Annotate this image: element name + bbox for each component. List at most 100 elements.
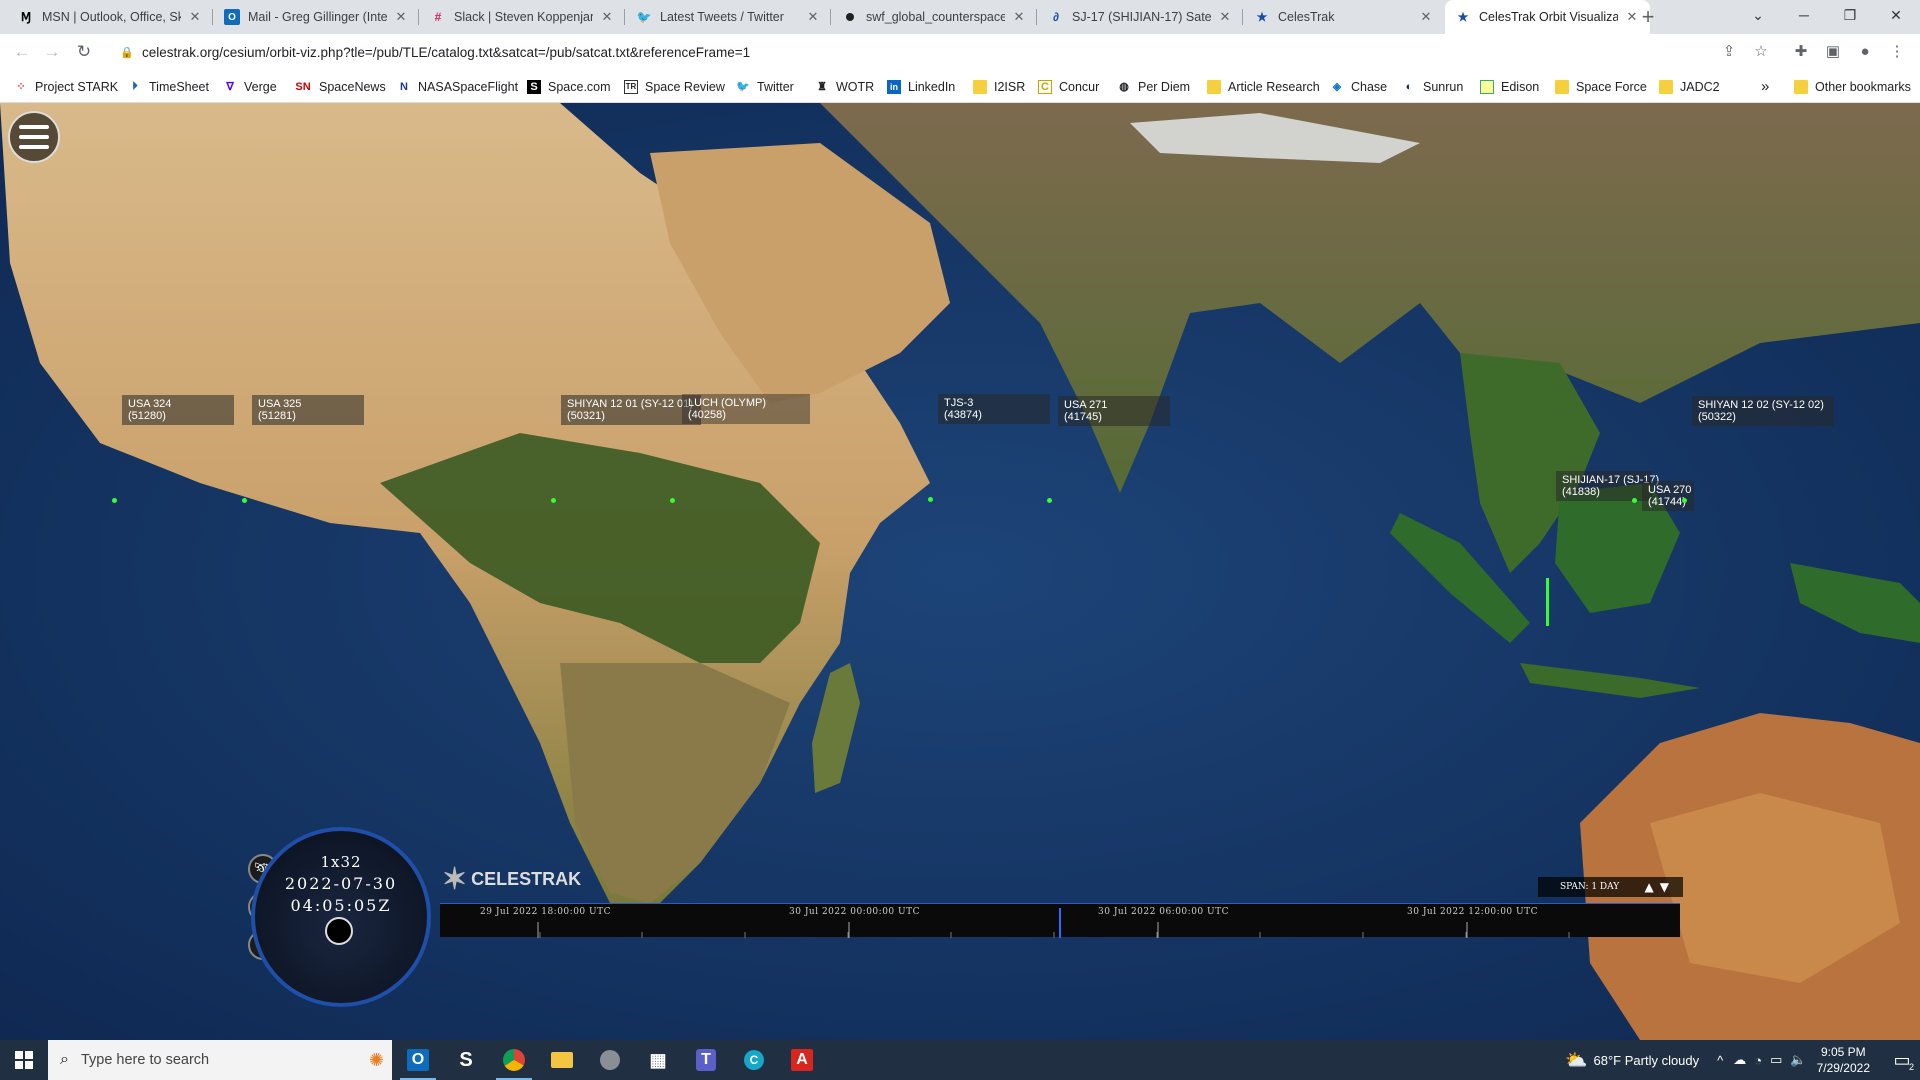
cortana-taskbar-icon[interactable]: C [730, 1040, 778, 1080]
tab-orbit-viz[interactable]: ★ CelesTrak Orbit Visualizatio ✕ [1445, 0, 1650, 34]
back-icon[interactable]: ← [10, 40, 34, 64]
wifi-icon[interactable]: ◔ [1754, 1053, 1762, 1068]
address-bar[interactable]: 🔒 celestrak.org/cesium/orbit-viz.php?tle… [108, 38, 1768, 66]
search-highlight-icon: ✺ [368, 1049, 384, 1070]
minimize-button[interactable]: ─ [1781, 0, 1827, 30]
celestrak-logo: ✶ CELESTRAK [442, 858, 581, 900]
spacereview-icon: TR [624, 79, 638, 94]
bookmark-verge[interactable]: ∇ Verge [223, 70, 276, 103]
bookmark-chase[interactable]: ◈ Chase [1330, 70, 1387, 103]
extensions-icon[interactable]: ✚ [1790, 41, 1812, 63]
bookmark-twitter[interactable]: 🐦 Twitter [736, 70, 794, 103]
restore-button[interactable]: ❐ [1827, 0, 1873, 30]
close-icon[interactable]: ✕ [187, 9, 203, 25]
side-panel-icon[interactable]: ▣ [1822, 41, 1844, 63]
msn-icon: Ɱ [20, 10, 32, 24]
share-icon[interactable]: ⇪ [1718, 41, 1740, 63]
tab-search-icon[interactable]: ⌄ [1735, 0, 1781, 30]
tab-swf[interactable]: swf_global_counterspace_ ✕ [832, 0, 1037, 34]
new-tab-button[interactable]: + [1634, 3, 1662, 31]
timeline[interactable]: 29 Jul 2022 18:00:00 UTC 30 Jul 2022 00:… [440, 903, 1680, 938]
profile-icon[interactable]: ● [1854, 41, 1876, 63]
satellite-id: (50321) [567, 410, 605, 422]
bookmark-label: NASASpaceFlight [418, 79, 519, 94]
celestrak-icon: ★ [1457, 10, 1469, 24]
timeline-span-control[interactable]: SPAN: 1 DAY ▲▼ [1538, 877, 1683, 897]
tool-taskbar-icon[interactable] [586, 1040, 634, 1080]
close-icon[interactable]: ✕ [1418, 9, 1434, 25]
weather-text[interactable]: 68°F Partly cloudy [1594, 1053, 1700, 1068]
bookmarks-overflow-button[interactable]: » [1761, 70, 1769, 103]
zoom-arrows-icon[interactable]: ▲▼ [1645, 880, 1675, 894]
bookmark-timesheet[interactable]: ⏵ TimeSheet [128, 70, 209, 103]
close-window-button[interactable]: ✕ [1873, 0, 1919, 30]
bookmark-sunrun[interactable]: ◐ Sunrun [1402, 70, 1464, 103]
bookmark-folder-i2isr[interactable]: I2ISR [973, 70, 1025, 103]
bookmark-project-stark[interactable]: ⁘ Project STARK [14, 70, 118, 103]
reload-icon[interactable]: ↻ [72, 40, 96, 64]
onedrive-icon[interactable]: ☁ [1733, 1052, 1746, 1068]
slack-taskbar-icon[interactable]: S [442, 1040, 490, 1080]
volume-icon[interactable]: 🔈 [1790, 1052, 1806, 1068]
satellite-marker [1682, 498, 1687, 503]
file-explorer-taskbar-icon[interactable] [538, 1040, 586, 1080]
tab-celestrak[interactable]: ★ CelesTrak ✕ [1244, 0, 1444, 34]
bookmark-perdiem[interactable]: ◍ Per Diem [1117, 70, 1190, 103]
start-button[interactable] [0, 1040, 48, 1080]
clock-date: 2022-07-30 [284, 874, 398, 893]
forward-icon[interactable]: → [40, 40, 64, 64]
taskbar-clock[interactable]: 9:05 PM 7/29/2022 [1817, 1044, 1870, 1076]
bookmark-label: Concur [1059, 79, 1100, 94]
bookmark-spacecom[interactable]: S Space.com [527, 70, 611, 103]
weather-icon[interactable]: ⛅ [1565, 1050, 1587, 1071]
search-icon: ⌕ [60, 1051, 69, 1068]
bookmark-star-icon[interactable]: ☆ [1750, 41, 1772, 63]
menu-dots-icon[interactable]: ⋮ [1886, 41, 1908, 63]
notifications-button[interactable]: ▭ 2 [1884, 1040, 1920, 1080]
hamburger-menu-button[interactable] [8, 111, 60, 163]
tab-msn[interactable]: Ɱ MSN | Outlook, Office, Skyp ✕ [8, 0, 213, 34]
chrome-taskbar-icon[interactable] [490, 1040, 538, 1080]
calculator-taskbar-icon[interactable]: ▦ [634, 1040, 682, 1080]
tab-twitter[interactable]: 🐦 Latest Tweets / Twitter ✕ [626, 0, 831, 34]
bookmark-spacereview[interactable]: TR Space Review [624, 70, 725, 103]
bookmark-linkedin[interactable]: in LinkedIn [887, 70, 955, 103]
chevron-up-icon[interactable]: ^ [1717, 1053, 1723, 1068]
satellite-id: (51281) [258, 410, 296, 422]
bookmark-folder-jadc2[interactable]: JADC2 [1659, 70, 1720, 103]
tab-mail[interactable]: O Mail - Greg Gillinger (Integ ✕ [214, 0, 419, 34]
other-bookmarks[interactable]: Other bookmarks [1794, 70, 1911, 103]
battery-icon[interactable]: ▭ [1770, 1052, 1782, 1068]
bookmark-label: Project STARK [35, 79, 119, 94]
satellite-marker [551, 498, 556, 503]
spacenews-icon: SN [295, 80, 311, 93]
bookmark-spacenews[interactable]: SN SpaceNews [294, 70, 385, 103]
teams-taskbar-icon[interactable]: T [682, 1040, 730, 1080]
bookmark-nsf[interactable]: N NASASpaceFlight [397, 70, 518, 103]
outlook-taskbar-icon[interactable]: O [394, 1040, 442, 1080]
close-icon[interactable]: ✕ [393, 9, 409, 25]
edison-icon [1480, 79, 1494, 94]
tab-slack[interactable]: # Slack | Steven Koppenjan | ✕ [420, 0, 625, 34]
close-icon[interactable]: ✕ [1011, 9, 1027, 25]
satellite-name: TJS-3 [944, 397, 974, 409]
speed-knob[interactable] [325, 917, 353, 945]
bookmark-label: LinkedIn [908, 79, 956, 94]
bookmark-folder-spaceforce[interactable]: Space Force [1555, 70, 1647, 103]
bookmark-edison[interactable]: Edison [1480, 70, 1539, 103]
close-icon[interactable]: ✕ [1217, 9, 1233, 25]
nsf-icon: N [400, 80, 408, 93]
close-icon[interactable]: ✕ [599, 9, 615, 25]
bookmark-wotr[interactable]: ♜ WOTR [815, 70, 874, 103]
acrobat-taskbar-icon[interactable]: A [778, 1040, 826, 1080]
tab-title: CelesTrak Orbit Visualizatio [1479, 10, 1618, 24]
tab-title: SJ-17 (SHIJIAN-17) Satellite [1072, 10, 1211, 24]
taskbar-search[interactable]: ⌕ Type here to search ✺ [48, 1040, 392, 1080]
bookmark-folder-article[interactable]: Article Research [1207, 70, 1320, 103]
bookmark-label: Sunrun [1423, 79, 1464, 94]
close-icon[interactable]: ✕ [805, 9, 821, 25]
tab-sj17[interactable]: ∂ SJ-17 (SHIJIAN-17) Satellite ✕ [1038, 0, 1243, 34]
search-placeholder: Type here to search [80, 1052, 210, 1068]
satellite-id: (43874) [944, 409, 982, 421]
bookmark-concur[interactable]: C Concur [1038, 70, 1099, 103]
